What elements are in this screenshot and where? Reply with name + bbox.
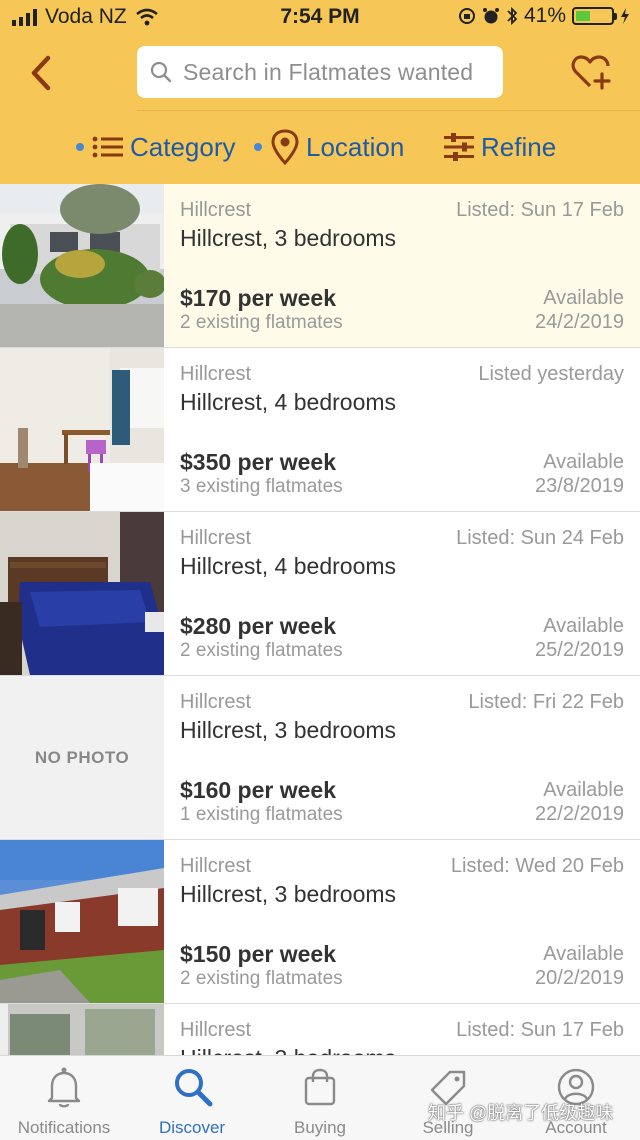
bell-icon xyxy=(47,1067,81,1108)
listing-photo xyxy=(0,184,164,347)
listing-price: $170 per week xyxy=(180,285,337,311)
listing-price: $150 per week xyxy=(180,941,337,967)
category-filter[interactable]: Category xyxy=(76,124,236,170)
add-favourite-button[interactable] xyxy=(568,50,614,96)
listing-title: Hillcrest, 3 bedrooms xyxy=(180,225,397,251)
search-placeholder: Search in Flatmates wanted xyxy=(183,58,474,85)
tab-account[interactable]: Account xyxy=(512,1056,640,1140)
listing-suburb: Hillcrest xyxy=(180,855,252,877)
available-label: Available xyxy=(543,943,624,965)
tab-buying[interactable]: Buying xyxy=(256,1056,384,1140)
available-date: 24/2/2019 xyxy=(535,311,624,333)
listing-photo xyxy=(0,348,164,511)
listing-price: $160 per week xyxy=(180,777,337,803)
shopping-bag-icon xyxy=(304,1068,336,1106)
header-divider xyxy=(137,110,640,111)
battery-percent: 41% xyxy=(523,4,566,27)
listing-flatmates: 1 existing flatmates xyxy=(180,804,343,825)
back-button[interactable] xyxy=(22,50,62,96)
watermark: 知乎 @脱离了低级趣味 xyxy=(428,1103,614,1123)
alarm-icon xyxy=(482,8,499,24)
status-bar: Voda NZ 7:54 PM 41% xyxy=(0,0,640,36)
available-date: 22/2/2019 xyxy=(535,803,624,825)
app-header: Voda NZ 7:54 PM 41% Search in Flatmates … xyxy=(0,0,640,184)
listing-title: Hillcrest, 3 bedrooms xyxy=(180,717,397,743)
location-label: Location xyxy=(306,131,405,162)
refine-label: Refine xyxy=(481,131,557,162)
listing-flatmates: 2 existing flatmates xyxy=(180,640,343,661)
bluetooth-icon xyxy=(507,6,518,26)
available-label: Available xyxy=(543,451,624,473)
listing-row[interactable]: Hillcrest Listed yesterday Hillcrest, 4 … xyxy=(0,348,640,512)
chevron-left-icon xyxy=(31,55,51,91)
listing-row[interactable]: Hillcrest Listed: Sun 24 Feb Hillcrest, … xyxy=(0,512,640,676)
listing-suburb: Hillcrest xyxy=(180,199,252,221)
listing-photo xyxy=(0,512,164,675)
tab-selling[interactable]: Selling xyxy=(384,1056,512,1140)
available-label: Available xyxy=(543,287,624,309)
category-label: Category xyxy=(130,131,236,162)
listing-suburb: Hillcrest xyxy=(180,691,252,713)
listing-title: Hillcrest, 4 bedrooms xyxy=(180,553,397,579)
listing-title: Hillcrest, 4 bedrooms xyxy=(180,389,397,415)
listing-photo xyxy=(0,1004,164,1055)
listing-date: Listed yesterday xyxy=(478,363,624,385)
listing-date: Listed: Sun 24 Feb xyxy=(456,527,624,549)
location-filter[interactable]: Location xyxy=(254,124,404,170)
available-date: 25/2/2019 xyxy=(535,639,624,661)
active-dot xyxy=(76,143,84,151)
available-label: Available xyxy=(543,779,624,801)
listing-flatmates: 3 existing flatmates xyxy=(180,476,343,497)
listing-price: $280 per week xyxy=(180,613,337,639)
heart-plus-icon xyxy=(571,55,611,90)
orientation-lock-icon xyxy=(458,8,475,24)
location-pin-icon xyxy=(271,129,299,165)
active-dot xyxy=(254,143,262,151)
tab-label: Notifications xyxy=(17,1118,111,1137)
search-icon xyxy=(175,1069,213,1107)
available-date: 20/2/2019 xyxy=(535,967,624,989)
charging-icon xyxy=(621,8,629,24)
no-photo-placeholder: NO PHOTO xyxy=(0,676,164,839)
listing-price: $350 per week xyxy=(180,449,337,475)
listing-row[interactable]: Hillcrest Listed: Sun 17 Feb Hillcrest, … xyxy=(0,1004,640,1055)
refine-filter[interactable]: Refine xyxy=(443,124,556,170)
listing-date: Listed: Wed 20 Feb xyxy=(450,855,624,877)
listing-photo xyxy=(0,840,164,1003)
listing-row[interactable]: Hillcrest Listed: Sun 17 Feb Hillcrest, … xyxy=(0,184,640,348)
tab-discover[interactable]: Discover xyxy=(128,1056,256,1140)
listing-list[interactable]: Hillcrest Listed: Sun 17 Feb Hillcrest, … xyxy=(0,184,640,1055)
listing-suburb: Hillcrest xyxy=(180,363,252,385)
filter-bar: Category Location Refine xyxy=(0,124,640,170)
tab-label: Discover xyxy=(158,1118,226,1137)
available-label: Available xyxy=(543,615,624,637)
tab-bar: Notifications Discover Buying Selling Ac… xyxy=(0,1055,640,1140)
list-icon xyxy=(92,136,123,158)
status-right: 41% xyxy=(458,4,630,28)
listing-date: Listed: Fri 22 Feb xyxy=(468,691,624,713)
search-input[interactable]: Search in Flatmates wanted xyxy=(137,46,503,98)
listing-flatmates: 2 existing flatmates xyxy=(180,312,343,333)
battery-icon xyxy=(572,7,617,25)
listing-row[interactable]: Hillcrest Listed: Wed 20 Feb Hillcrest, … xyxy=(0,840,640,1004)
listing-suburb: Hillcrest xyxy=(180,527,252,549)
tab-notifications[interactable]: Notifications xyxy=(0,1056,128,1140)
listing-date: Listed: Sun 17 Feb xyxy=(456,1019,624,1041)
listing-date: Listed: Sun 17 Feb xyxy=(456,199,624,221)
listing-title: Hillcrest, 3 bedrooms xyxy=(180,1045,396,1055)
listing-row[interactable]: NO PHOTO Hillcrest Listed: Fri 22 Feb Hi… xyxy=(0,676,640,840)
listing-suburb: Hillcrest xyxy=(180,1019,252,1041)
listing-title: Hillcrest, 3 bedrooms xyxy=(180,881,397,907)
search-icon xyxy=(150,61,172,83)
sliders-icon xyxy=(444,133,474,161)
no-photo-label: NO PHOTO xyxy=(34,747,130,767)
available-date: 23/8/2019 xyxy=(535,475,624,497)
listing-flatmates: 2 existing flatmates xyxy=(180,968,343,989)
tab-label: Buying xyxy=(294,1118,346,1137)
